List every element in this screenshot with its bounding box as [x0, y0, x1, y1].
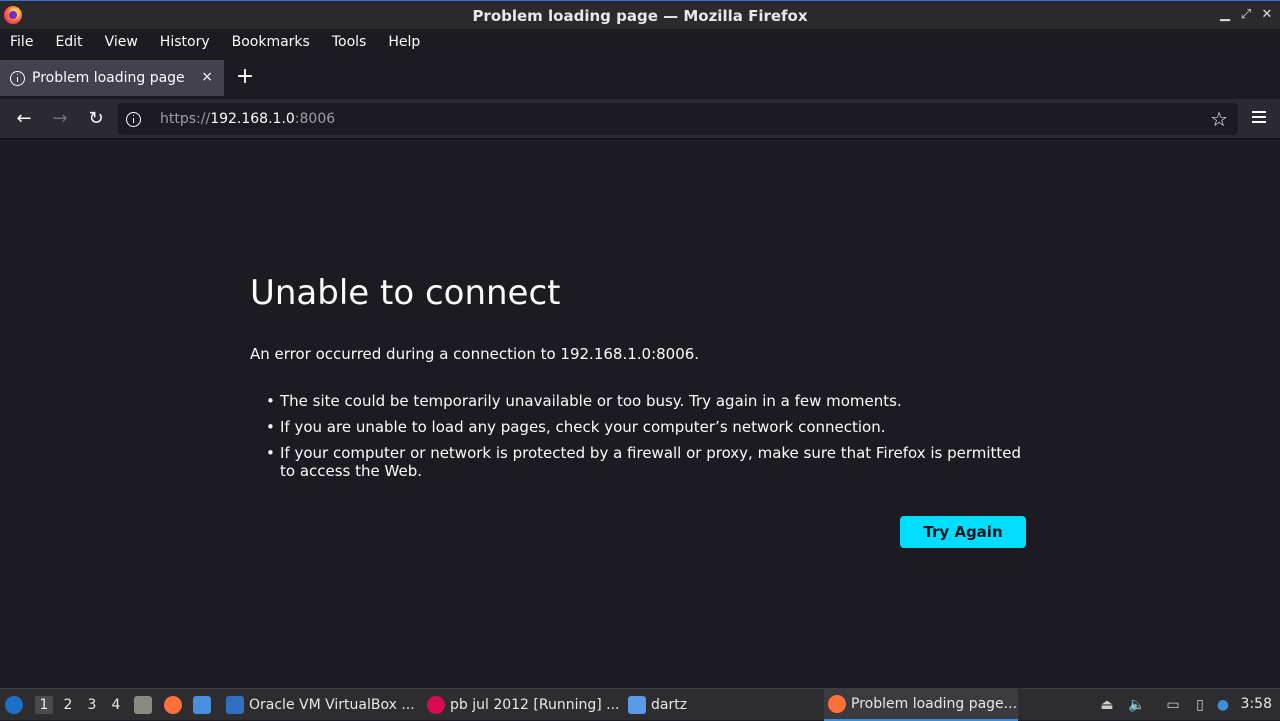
eject-icon[interactable]: ⏏ — [1099, 697, 1115, 713]
clipboard-icon[interactable]: ▯ — [1192, 697, 1208, 713]
folder-icon — [628, 696, 646, 714]
menu-bar: File Edit View History Bookmarks Tools H… — [0, 29, 1280, 54]
firefox-icon — [828, 695, 846, 713]
workspace-4[interactable]: 4 — [107, 696, 125, 714]
menu-edit[interactable]: Edit — [55, 34, 82, 50]
show-desktop-icon — [193, 696, 211, 714]
url-host: 192.168.1.0 — [210, 111, 295, 127]
page-content: Unable to connect An error occurred duri… — [0, 140, 1280, 688]
launcher-files[interactable] — [134, 689, 157, 721]
url-text[interactable]: https://192.168.1.0:8006 — [160, 111, 335, 127]
file-manager-icon — [134, 696, 152, 714]
suggestion-item: The site could be temporarily unavailabl… — [266, 392, 1040, 410]
window-titlebar: Problem loading page — Mozilla Firefox ▁… — [0, 0, 1280, 29]
task-vm-running[interactable]: pb jul 2012 [Running] ... — [427, 689, 621, 721]
network-icon[interactable]: ▭ — [1165, 697, 1181, 713]
close-window-button[interactable]: ✕ — [1259, 7, 1275, 23]
error-title: Unable to connect — [250, 273, 561, 313]
tab-label: Problem loading page — [32, 70, 185, 86]
new-tab-button[interactable]: + — [234, 66, 256, 88]
reload-button[interactable]: ↻ — [85, 108, 107, 130]
update-notification-icon[interactable]: ● — [1215, 697, 1231, 713]
workspace-3[interactable]: 3 — [83, 696, 101, 714]
try-again-button[interactable]: Try Again — [900, 516, 1026, 548]
task-label: dartz — [651, 697, 688, 713]
tab-strip: Problem loading page × + — [0, 56, 1280, 99]
workspace-2[interactable]: 2 — [59, 696, 77, 714]
workspace-1[interactable]: 1 — [35, 696, 53, 714]
virtualbox-icon — [226, 696, 244, 714]
error-description: An error occurred during a connection to… — [250, 345, 700, 363]
url-scheme: https:// — [160, 111, 211, 127]
url-bar[interactable]: https://192.168.1.0:8006 — [118, 103, 1238, 135]
task-firefox[interactable]: Problem loading page... — [824, 689, 1018, 721]
firefox-icon — [164, 696, 182, 714]
task-virtualbox[interactable]: Oracle VM VirtualBox ... — [226, 689, 420, 721]
menu-bookmarks[interactable]: Bookmarks — [232, 34, 310, 50]
menu-file[interactable]: File — [10, 34, 33, 50]
site-info-icon[interactable] — [126, 111, 141, 127]
menu-view[interactable]: View — [105, 34, 138, 50]
task-label: pb jul 2012 [Running] ... — [450, 697, 620, 713]
back-button[interactable]: ← — [13, 108, 35, 130]
tab-problem-loading[interactable]: Problem loading page × — [0, 60, 224, 96]
close-tab-icon[interactable]: × — [201, 69, 213, 85]
forward-button[interactable]: → — [49, 108, 71, 130]
navigation-toolbar: ← → ↻ https://192.168.1.0:8006 ☆ — [0, 99, 1280, 139]
menu-help[interactable]: Help — [388, 34, 420, 50]
suggestion-item: If you are unable to load any pages, che… — [266, 418, 1040, 436]
clock[interactable]: 3:58 — [1241, 696, 1272, 712]
suggestion-item: If your computer or network is protected… — [266, 444, 1040, 480]
debian-icon — [427, 696, 445, 714]
window-title: Problem loading page — Mozilla Firefox — [472, 7, 808, 25]
error-suggestions: The site could be temporarily unavailabl… — [266, 392, 1040, 488]
task-label: Oracle VM VirtualBox ... — [249, 697, 415, 713]
launcher-firefox[interactable] — [164, 689, 187, 721]
app-menu-icon[interactable] — [1252, 111, 1266, 123]
volume-icon[interactable]: 🔈 — [1128, 697, 1145, 713]
start-menu-icon — [5, 696, 23, 714]
maximize-button[interactable]: ⤢ — [1238, 7, 1254, 23]
info-icon — [10, 70, 25, 86]
start-menu-button[interactable] — [5, 689, 28, 721]
launcher-desktop[interactable] — [193, 689, 216, 721]
bookmark-star-icon[interactable]: ☆ — [1210, 108, 1228, 130]
menu-tools[interactable]: Tools — [332, 34, 367, 50]
menu-history[interactable]: History — [160, 34, 210, 50]
task-dartz[interactable]: dartz — [628, 689, 808, 721]
url-port: :8006 — [294, 111, 336, 127]
minimize-button[interactable]: ▁ — [1217, 7, 1233, 23]
taskbar: 1 2 3 4 Oracle VM VirtualBox ... pb jul … — [0, 688, 1280, 721]
task-label: Problem loading page... — [851, 696, 1018, 712]
